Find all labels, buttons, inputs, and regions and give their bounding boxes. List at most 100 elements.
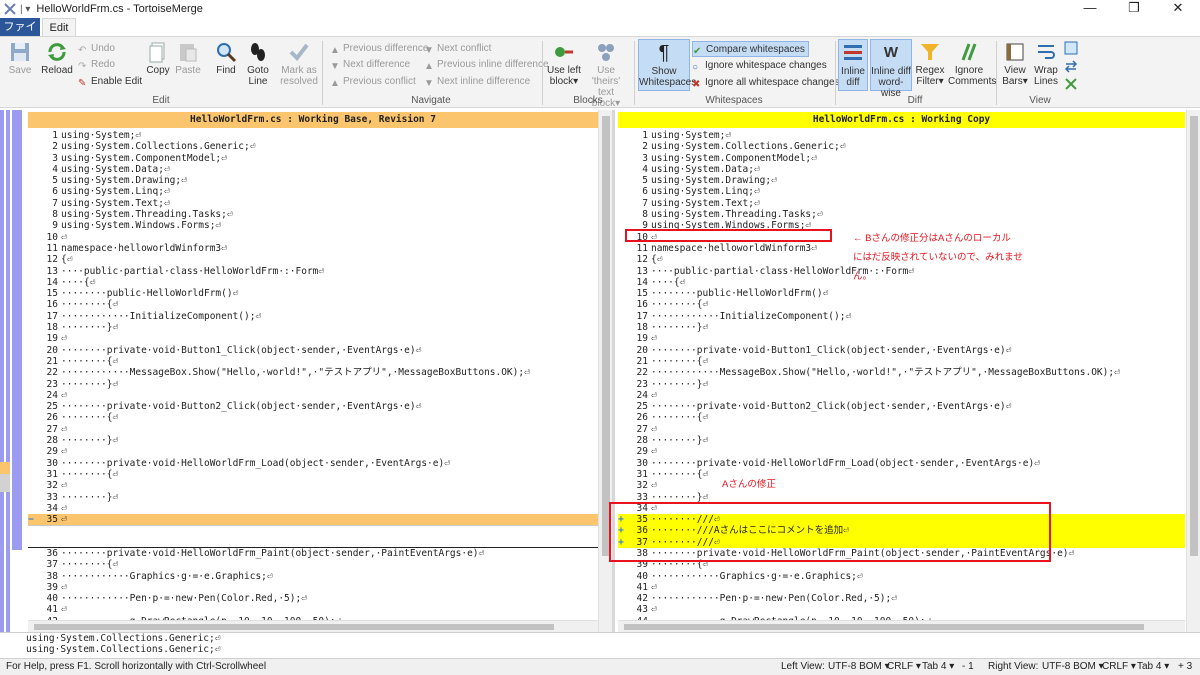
code-line[interactable]: 28 ········}⏎ (618, 435, 1185, 446)
prev-inline-difference-button[interactable]: ▲ Previous inline difference (424, 57, 549, 73)
code-line[interactable]: 6 using·System.Linq;⏎ (28, 186, 598, 197)
code-line[interactable]: 4 using·System.Data;⏎ (28, 164, 598, 175)
code-line[interactable] (28, 525, 598, 537)
paste-button[interactable]: Paste (174, 41, 202, 76)
code-line[interactable]: 31 ········{⏎ (28, 469, 598, 480)
scrollbar-thumb[interactable] (34, 624, 554, 630)
status-right-encoding[interactable]: UTF-8 BOM ▾ (1042, 661, 1104, 672)
code-line[interactable]: 39 ⏎ (28, 582, 598, 593)
swap-views-icon[interactable] (1064, 59, 1078, 73)
quick-access-toolbar[interactable]: | ▾ (20, 4, 30, 15)
code-line[interactable]: 24 ⏎ (618, 390, 1185, 401)
code-line[interactable]: 19 ⏎ (28, 333, 598, 344)
code-line[interactable]: 7 using·System.Text;⏎ (28, 198, 598, 209)
code-line[interactable]: 29 ⏎ (618, 446, 1185, 457)
code-line[interactable]: 19 ⏎ (618, 333, 1185, 344)
locator-bar[interactable] (0, 110, 28, 632)
code-line[interactable]: 28 ········}⏎ (28, 435, 598, 446)
code-line[interactable]: 3 using·System.ComponentModel;⏎ (618, 153, 1185, 164)
code-line[interactable]: 32 ⏎ (618, 480, 1185, 491)
code-line[interactable]: 13 ····public·partial·class·HelloWorldFrm… (28, 266, 598, 277)
code-line[interactable]: 13 ····public·partial·class·HelloWorldFrm… (618, 266, 1185, 277)
inline-diff-button[interactable]: Inline diff (838, 39, 868, 91)
code-line[interactable]: 14 ····{⏎ (28, 277, 598, 288)
code-line[interactable]: 36 ········private·void·HelloWorldFrm_Pai… (28, 548, 598, 559)
collapse-icon[interactable] (1064, 77, 1078, 91)
code-line[interactable]: 26 ········{⏎ (28, 412, 598, 423)
code-line[interactable]: 37 ········{⏎ (28, 559, 598, 570)
mark-resolved-button[interactable]: Mark as resolved (280, 41, 318, 87)
close-button[interactable]: ✕ (1156, 0, 1200, 18)
status-left-tab[interactable]: Tab 4 ▾ (922, 661, 954, 672)
code-line[interactable]: 16 ········{⏎ (28, 299, 598, 310)
code-line[interactable]: 9 using·System.Windows.Forms;⏎ (28, 220, 598, 231)
code-line[interactable]: 27 ⏎ (618, 424, 1185, 435)
inline-diff-word-wise-button[interactable]: W Inline diff word-wise (870, 39, 912, 99)
code-line[interactable]: 1 using·System;⏎ (618, 130, 1185, 141)
code-line[interactable]: 18 ········}⏎ (618, 322, 1185, 333)
right-horizontal-scrollbar[interactable] (618, 620, 1185, 632)
minimize-button[interactable]: — (1068, 0, 1112, 18)
code-line[interactable]: 20 ········private·void·Button1_Click(obj… (618, 345, 1185, 356)
redo-button[interactable]: ↷ Redo (78, 57, 115, 73)
code-line[interactable]: 12 {⏎ (28, 254, 598, 265)
status-left-encoding[interactable]: UTF-8 BOM ▾ (828, 661, 890, 672)
code-line[interactable]: 27 ⏎ (28, 424, 598, 435)
code-line[interactable]: 38 ············Graphics·g·=·e.Graphics;⏎ (28, 571, 598, 582)
code-line[interactable]: 25 ········private·void·Button2_Click(obj… (618, 401, 1185, 412)
code-line[interactable]: 24 ⏎ (28, 390, 598, 401)
code-line[interactable]: 30 ········private·void·HelloWorldFrm_Loa… (28, 458, 598, 469)
code-line[interactable]: 4 using·System.Data;⏎ (618, 164, 1185, 175)
code-line[interactable]: 29 ⏎ (28, 446, 598, 457)
code-line[interactable]: 40 ············Pen·p·=·new·Pen(Color.Red,… (28, 593, 598, 604)
code-line[interactable]: 21 ········{⏎ (618, 356, 1185, 367)
code-line[interactable]: 15 ········public·HelloWorldFrm()⏎ (618, 288, 1185, 299)
code-line[interactable]: 14 ····{⏎ (618, 277, 1185, 288)
tortoise-app-icon[interactable] (4, 3, 16, 15)
code-line[interactable]: 2 using·System.Collections.Generic;⏎ (618, 141, 1185, 152)
code-line[interactable]: 40 ············Graphics·g·=·e.Graphics;⏎ (618, 571, 1185, 582)
wrap-lines-button[interactable]: Wrap Lines (1032, 41, 1060, 87)
use-left-block-button[interactable]: Use left block▾ (546, 41, 582, 87)
enable-edit-button[interactable]: ✎ Enable Edit (78, 74, 142, 90)
scrollbar-thumb[interactable] (602, 116, 610, 556)
save-button[interactable]: Save (6, 41, 34, 76)
prev-difference-button[interactable]: ▲ Previous difference (330, 41, 428, 57)
goto-line-button[interactable]: Goto Line (244, 41, 272, 87)
code-line[interactable]: 20 ········private·void·Button1_Click(obj… (28, 345, 598, 356)
code-line[interactable]: 8 using·System.Threading.Tasks;⏎ (28, 209, 598, 220)
code-line[interactable]: 6 using·System.Linq;⏎ (618, 186, 1185, 197)
tab-edit[interactable]: Edit (42, 18, 76, 36)
code-line[interactable]: 17 ············InitializeComponent();⏎ (28, 311, 598, 322)
code-line[interactable]: 8 using·System.Threading.Tasks;⏎ (618, 209, 1185, 220)
status-right-eol[interactable]: CRLF ▾ (1102, 661, 1136, 672)
code-line[interactable]: 18 ········}⏎ (28, 322, 598, 333)
code-line[interactable]: 30 ········private·void·HelloWorldFrm_Loa… (618, 458, 1185, 469)
status-right-tab[interactable]: Tab 4 ▾ (1137, 661, 1169, 672)
code-line[interactable]: 5 using·System.Drawing;⏎ (28, 175, 598, 186)
code-line[interactable]: 31 ········{⏎ (618, 469, 1185, 480)
ignore-all-whitespace-option[interactable]: ✖ Ignore all whitespace changes (692, 75, 840, 91)
scrollbar-thumb[interactable] (624, 624, 1144, 630)
ignore-whitespace-changes-option[interactable]: ○ Ignore whitespace changes (692, 58, 827, 74)
find-button[interactable]: Find (212, 41, 240, 76)
code-line[interactable]: 1 using·System;⏎ (28, 130, 598, 141)
code-line[interactable]: 43 ⏎ (618, 604, 1185, 615)
code-line[interactable]: 32 ⏎ (28, 480, 598, 491)
scrollbar-thumb[interactable] (1190, 116, 1198, 556)
reload-button[interactable]: Reload (40, 41, 74, 76)
code-line[interactable]: 25 ········private·void·Button2_Click(obj… (28, 401, 598, 412)
restore-button[interactable]: ❐ (1112, 0, 1156, 18)
prev-conflict-button[interactable]: ▲ Previous conflict (330, 74, 416, 90)
next-difference-button[interactable]: ▼ Next difference (330, 57, 410, 73)
code-line[interactable]: 41 ⏎ (28, 604, 598, 615)
right-vertical-scrollbar[interactable] (1186, 110, 1200, 632)
code-line[interactable]: 2 using·System.Collections.Generic;⏎ (28, 141, 598, 152)
left-code-area[interactable]: 1 using·System;⏎ 2 using·System.Collections… (28, 130, 598, 627)
code-line[interactable]: 15 ········public·HelloWorldFrm()⏎ (28, 288, 598, 299)
panel-layout-icon[interactable] (1064, 41, 1078, 55)
compare-whitespaces-option[interactable]: ✔ Compare whitespaces (692, 41, 809, 57)
code-line[interactable] (28, 536, 598, 548)
view-bars-button[interactable]: View Bars▾ (1000, 41, 1030, 87)
code-line[interactable]: 16 ········{⏎ (618, 299, 1185, 310)
